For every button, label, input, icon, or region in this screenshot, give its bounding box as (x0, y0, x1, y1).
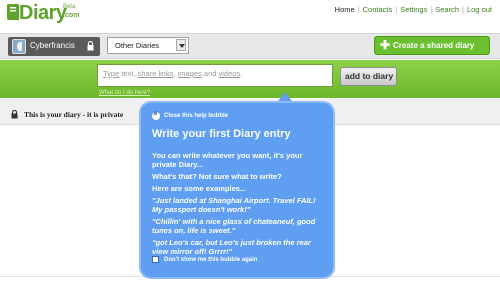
dont-show-label: Don't show me this bubble again (164, 257, 258, 263)
nav-separator: | (395, 5, 398, 14)
plus-icon: ✚ (380, 38, 391, 52)
top-navigation: Home | Contacts | Settings | Search | Log out (335, 5, 492, 14)
nav-home[interactable]: Home (335, 5, 355, 14)
nav-separator: | (462, 5, 464, 14)
username: Cyberfrancis (30, 41, 75, 50)
diary-select-value: Other Diaries (115, 41, 160, 50)
close-icon[interactable] (152, 109, 160, 120)
close-bubble-link[interactable]: Close this help bubble (164, 113, 228, 120)
nav-contacts[interactable]: Contacts (363, 5, 393, 14)
add-to-diary-label: add to diary (345, 71, 394, 81)
bubble-example: "got Leo's car, but Leo's just broken th… (152, 238, 311, 256)
diary-logo[interactable]: Diary Beta .com (6, 2, 79, 25)
entry-input-placeholder: Type text, share links, images and video… (103, 69, 243, 78)
bubble-examples-label: Here are some examples... (152, 184, 247, 193)
bubble-prompt: What's that? Not sure what to write? (152, 172, 282, 181)
privacy-text: This is your diary - it is private (24, 110, 124, 119)
nav-settings[interactable]: Settings (400, 5, 427, 14)
diary-book-icon (7, 4, 19, 20)
bubble-example: "Just landed at Shanghai Airport. Travel… (152, 196, 316, 214)
chevron-down-icon[interactable] (176, 39, 186, 51)
nav-logout[interactable]: Log out (467, 5, 492, 14)
lock-icon (11, 110, 18, 119)
bubble-intro: You can write whatever you want, it's yo… (152, 151, 303, 169)
create-shared-diary-label: Create a shared diary (393, 41, 475, 50)
logo-com: .com (63, 12, 80, 19)
nav-separator: | (357, 5, 360, 14)
bubble-example: "Chillin' with a nice glass of chateaneu… (152, 217, 316, 235)
avatar[interactable] (12, 39, 26, 54)
logo-beta: Beta (63, 4, 76, 10)
nav-search[interactable]: Search (435, 5, 459, 14)
logo-text: Diary (19, 2, 67, 24)
lock-icon (87, 41, 94, 51)
dont-show-checkbox[interactable] (152, 256, 159, 263)
help-link[interactable]: What do I do here? (99, 90, 150, 97)
bubble-title: Write your first Diary entry (152, 128, 291, 140)
